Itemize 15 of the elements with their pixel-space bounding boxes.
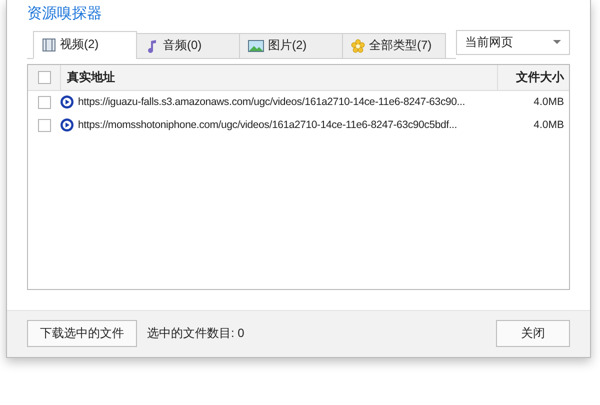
column-header: 真实地址 xyxy=(66,68,116,86)
window-title: 资源嗅探器 xyxy=(26,4,102,24)
file-size: 4.0MB xyxy=(532,118,565,134)
tab[interactable]: 全部类型(7) xyxy=(342,32,446,59)
column-header: 文件大小 xyxy=(497,64,569,90)
selected-count: 选中的文件数目: 0 xyxy=(147,325,244,342)
file-url: https://iguazu-falls.s3.amazonaws.com/ugc/videos/161a2710-14ce-11e6-8247-63c90... xyxy=(78,96,465,108)
tab[interactable]: 视频(2) xyxy=(33,30,137,59)
tab[interactable]: 音频(0) xyxy=(136,32,240,59)
close-button[interactable]: 关闭 xyxy=(496,320,570,348)
download-selected-button[interactable]: 下载选中的文件 xyxy=(27,320,137,348)
scope-dropdown[interactable]: 当前网页 xyxy=(456,30,570,55)
file-size: 4.0MB xyxy=(532,95,565,110)
file-url: https://momsshotoniphone.com/ugc/videos/161a2710-14ce-11e6-8247-63c90c5bdf... xyxy=(78,119,457,132)
tab[interactable]: 图片(2) xyxy=(239,32,343,59)
